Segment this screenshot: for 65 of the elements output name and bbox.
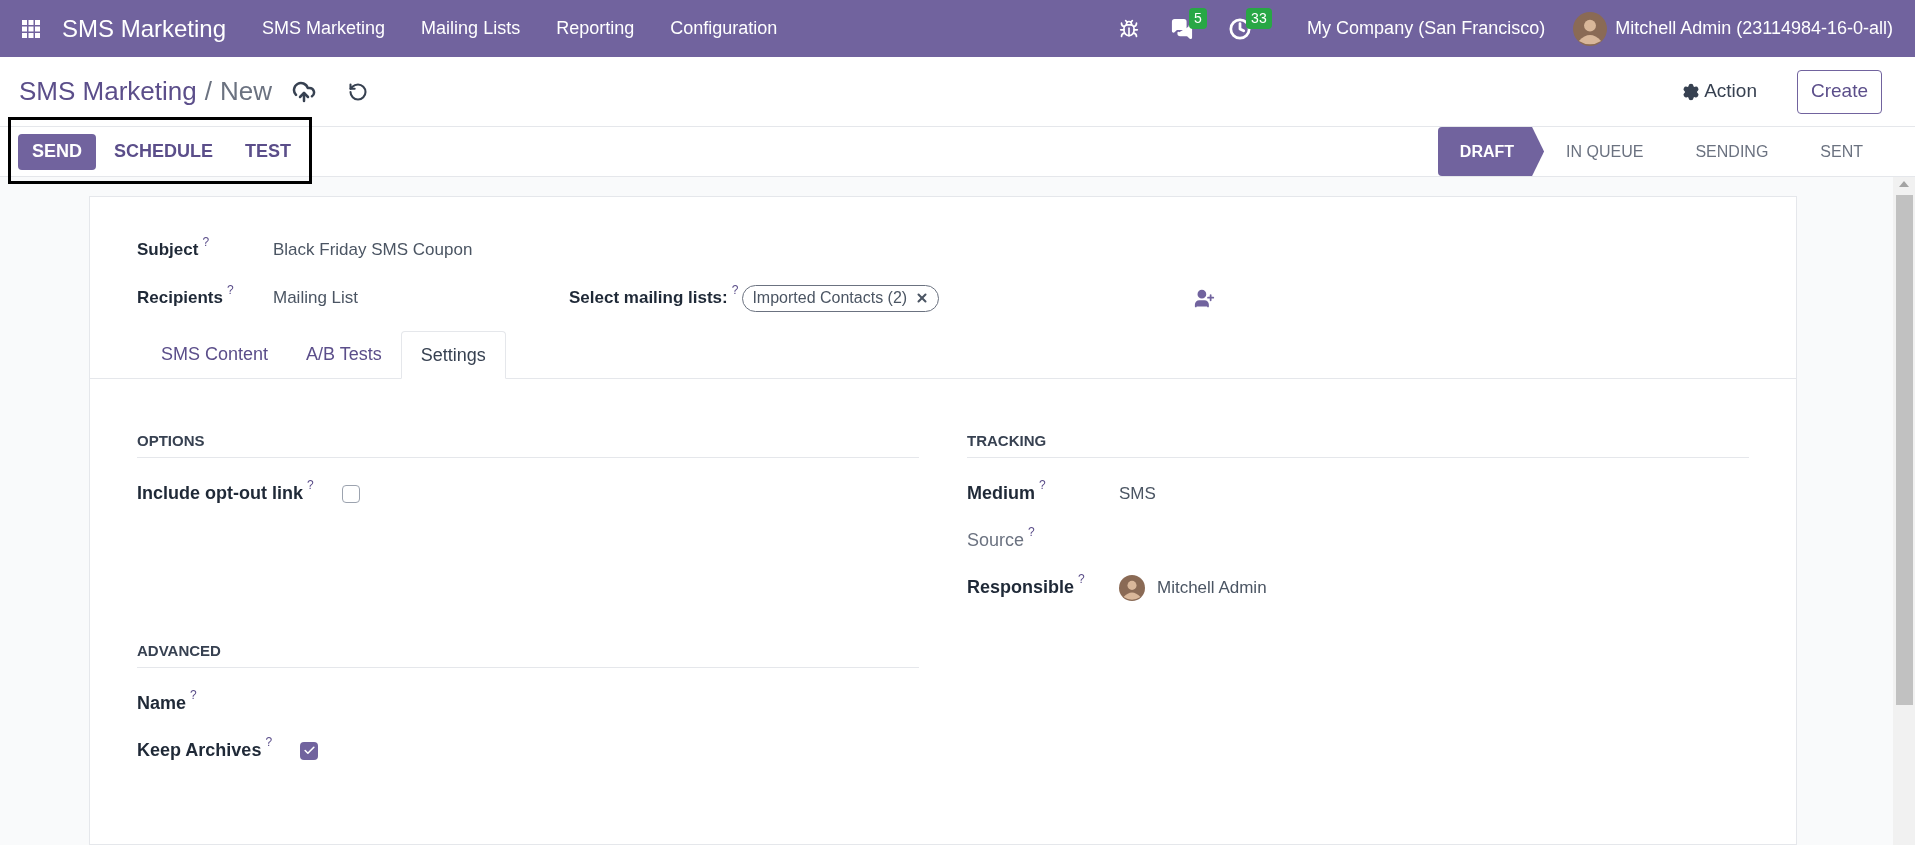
scrollbar[interactable] — [1893, 177, 1915, 845]
field-label: Subject — [137, 239, 199, 262]
field-value[interactable]: Black Friday SMS Coupon — [273, 237, 473, 263]
company-switcher[interactable]: My Company (San Francisco) — [1307, 15, 1546, 42]
help-mark[interactable]: ? — [307, 478, 314, 492]
create-button[interactable]: Create — [1796, 69, 1882, 114]
breadcrumb-current: New — [219, 75, 272, 108]
save-icon[interactable] — [292, 79, 316, 104]
form-tab[interactable]: A/B Tests — [287, 330, 401, 378]
menu-item[interactable]: Configuration — [670, 15, 778, 42]
field-label: Responsible — [967, 576, 1075, 599]
field-label: Recipients — [137, 287, 223, 310]
help-mark[interactable]: ? — [190, 688, 197, 702]
debug-icon[interactable] — [1119, 18, 1140, 39]
status-stage[interactable]: DRAFT — [1437, 127, 1545, 176]
field-label: Source — [967, 529, 1025, 552]
check-icon — [302, 744, 316, 757]
help-mark[interactable]: ? — [227, 283, 234, 298]
status-stage[interactable]: IN QUEUE — [1544, 127, 1674, 176]
help-mark[interactable]: ? — [1078, 572, 1085, 586]
chat-icon[interactable] — [1171, 17, 1194, 40]
apps-icon[interactable] — [22, 19, 40, 38]
gear-icon — [1682, 82, 1701, 101]
status-stage[interactable]: SENT — [1798, 127, 1893, 176]
group-heading: ADVANCED — [137, 642, 221, 659]
avatar-icon — [1119, 574, 1145, 601]
add-user-icon[interactable] — [1194, 287, 1216, 309]
user-menu[interactable]: Mitchell Admin (23114984-16-0-all) — [1615, 15, 1893, 42]
avatar-icon — [1573, 11, 1608, 46]
group-heading: OPTIONS — [137, 432, 205, 449]
help-mark[interactable]: ? — [1039, 478, 1046, 492]
help-mark[interactable]: ? — [202, 235, 210, 250]
remove-icon[interactable] — [915, 291, 930, 305]
field-label: Select mailing lists: — [569, 287, 728, 310]
status-stage[interactable]: SENDING — [1673, 127, 1799, 176]
group-heading: TRACKING — [967, 432, 1047, 449]
field-label: Keep Archives — [137, 739, 262, 762]
field-label: Name — [137, 692, 187, 715]
field-value[interactable]: SMS — [1119, 480, 1156, 507]
field-label: Include opt-out link — [137, 482, 303, 505]
field-label: Medium — [967, 482, 1035, 505]
menu-item[interactable]: SMS Marketing — [262, 15, 386, 42]
clock-icon[interactable] — [1229, 17, 1252, 40]
breadcrumb-separator: / — [204, 75, 212, 108]
form-tab[interactable]: SMS Content — [142, 330, 288, 378]
activity-count-badge: 33 — [1246, 7, 1272, 29]
header-button[interactable]: SCHEDULE — [100, 133, 228, 170]
action-button[interactable]: Action — [1682, 77, 1757, 106]
menu-item[interactable]: Reporting — [556, 15, 635, 42]
field-value[interactable]: Mailing List — [273, 285, 569, 311]
form-tab[interactable]: Settings — [400, 331, 506, 379]
menu-item[interactable]: Mailing Lists — [421, 15, 521, 42]
checkbox[interactable] — [341, 484, 360, 503]
help-mark[interactable]: ? — [731, 283, 739, 297]
header-button[interactable]: SEND — [18, 133, 96, 170]
help-mark[interactable]: ? — [265, 735, 273, 749]
help-mark[interactable]: ? — [1028, 525, 1035, 539]
header-button[interactable]: TEST — [231, 133, 306, 170]
scrollbar-thumb[interactable] — [1895, 195, 1913, 705]
field-value[interactable]: Mitchell Admin — [1157, 574, 1267, 601]
breadcrumb-link[interactable]: SMS Marketing — [19, 72, 197, 111]
app-brand[interactable]: SMS Marketing — [62, 10, 227, 47]
checkbox[interactable] — [300, 741, 319, 760]
undo-icon[interactable] — [348, 81, 368, 102]
message-count-badge: 5 — [1189, 7, 1207, 29]
